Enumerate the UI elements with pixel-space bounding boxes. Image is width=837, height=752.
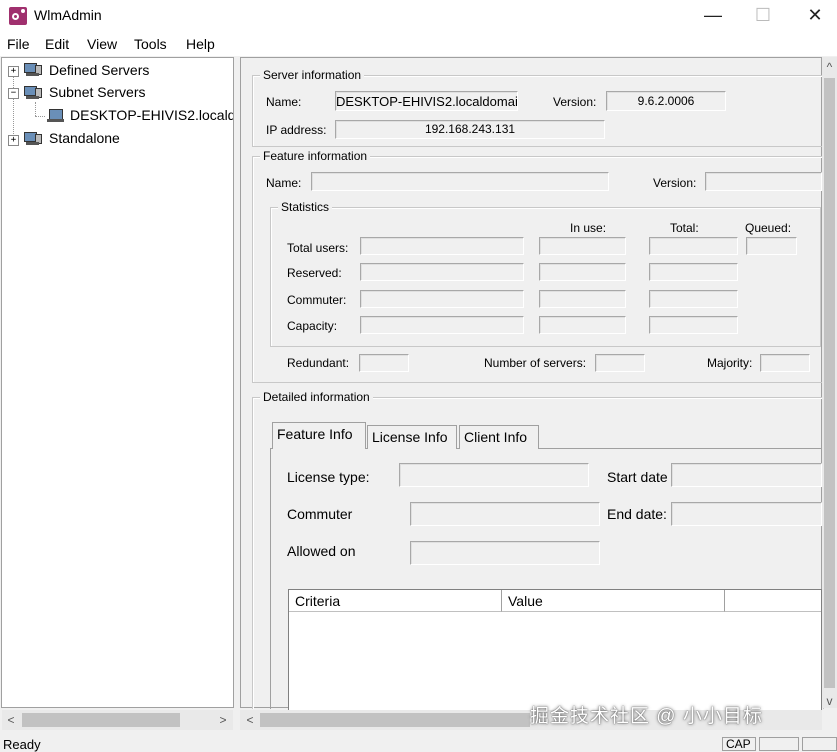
status-text: Ready: [3, 737, 41, 752]
commuter-in-use-field: [539, 290, 626, 308]
expand-icon[interactable]: +: [8, 135, 19, 146]
maximize-button[interactable]: ☐: [740, 0, 786, 32]
computer-icon: [47, 108, 64, 123]
end-date-field: [671, 502, 822, 526]
tree-connector: [35, 102, 36, 116]
status-panel: [802, 737, 837, 751]
server-name-label: Name:: [266, 95, 302, 109]
reserved-field: [360, 263, 524, 281]
majority-field: [760, 354, 810, 372]
commuter-total-field: [649, 290, 738, 308]
reserved-total-field: [649, 263, 738, 281]
server-version-field: 9.6.2.0006: [606, 91, 726, 111]
server-info-group-label: Server information: [260, 68, 365, 82]
scroll-up-icon[interactable]: ^: [822, 60, 837, 74]
commuter-label: Commuter: [287, 506, 353, 522]
tree-hscroll-thumb[interactable]: [22, 713, 180, 727]
scroll-down-icon[interactable]: v: [822, 694, 837, 708]
tree-connector: [35, 116, 45, 117]
col-total-label: Total:: [670, 221, 699, 235]
capacity-total-field: [649, 316, 738, 334]
allowed-on-label: Allowed on: [287, 543, 356, 559]
end-date-label: End date:: [607, 506, 667, 522]
caps-lock-indicator: CAP: [722, 737, 756, 751]
minimize-button[interactable]: —: [690, 0, 736, 32]
status-bar: [0, 730, 837, 748]
server-version-label: Version:: [553, 95, 597, 109]
tree-connector: [13, 75, 14, 142]
menu-tools[interactable]: Tools: [134, 36, 167, 52]
feature-info-group-label: Feature information: [260, 149, 371, 163]
scroll-left-icon[interactable]: <: [4, 713, 18, 727]
license-type-field: [399, 463, 589, 487]
tree-item-subnet-servers[interactable]: Subnet Servers: [49, 84, 146, 100]
window-title: WlmAdmin: [34, 7, 102, 23]
column-header-value[interactable]: Value: [502, 590, 725, 612]
column-header-criteria[interactable]: Criteria: [289, 590, 502, 612]
scroll-right-icon[interactable]: >: [216, 713, 230, 727]
menu-view[interactable]: View: [87, 36, 117, 52]
server-group-icon: [24, 131, 42, 146]
feature-version-label: Version:: [653, 176, 697, 190]
commuter-field: [410, 502, 600, 526]
ip-address-field: 192.168.243.131: [335, 120, 605, 139]
license-type-label: License type:: [287, 469, 370, 485]
total-users-field: [360, 237, 524, 255]
reserved-in-use-field: [539, 263, 626, 281]
detailed-info-group-label: Detailed information: [260, 390, 373, 404]
menu-help[interactable]: Help: [186, 36, 215, 52]
stat-row-label: Total users:: [287, 241, 349, 255]
start-date-field: [671, 463, 822, 487]
expand-icon[interactable]: +: [8, 66, 19, 77]
server-group-icon: [24, 85, 42, 100]
col-queued-label: Queued:: [745, 221, 792, 235]
tree-item-standalone[interactable]: Standalone: [49, 130, 120, 146]
redundant-label: Redundant:: [287, 356, 350, 370]
tree-item-host[interactable]: DESKTOP-EHIVIS2.localdomain: [70, 107, 233, 123]
server-group-icon: [24, 62, 42, 77]
total-users-total-field: [649, 237, 738, 255]
details-hscroll-thumb[interactable]: [260, 713, 530, 727]
majority-label: Majority:: [707, 356, 753, 370]
app-icon: [9, 7, 27, 25]
scroll-left-icon[interactable]: <: [243, 713, 257, 727]
capacity-in-use-field: [539, 316, 626, 334]
menu-file[interactable]: File: [7, 36, 30, 52]
status-panel: [759, 737, 799, 751]
menu-bar: [0, 32, 837, 56]
num-servers-field: [595, 354, 645, 372]
tab-license-info[interactable]: License Info: [367, 425, 457, 449]
tree-item-defined-servers[interactable]: Defined Servers: [49, 62, 149, 78]
watermark: 掘金技术社区 @ 小小目标: [530, 706, 763, 727]
stat-row-label: Commuter:: [287, 293, 347, 307]
feature-name-field: [311, 172, 609, 191]
feature-version-field: [705, 172, 822, 191]
details-vscroll-thumb[interactable]: [824, 78, 835, 688]
capacity-field: [360, 316, 524, 334]
start-date-label: Start date: [607, 469, 668, 485]
commuter-stat-field: [360, 290, 524, 308]
server-tree[interactable]: + Defined Servers − Subnet Servers DESKT…: [1, 57, 234, 708]
total-users-queued-field: [746, 237, 797, 255]
allowed-on-field: [410, 541, 600, 565]
menu-edit[interactable]: Edit: [45, 36, 69, 52]
collapse-icon[interactable]: −: [8, 88, 19, 99]
ip-address-label: IP address:: [266, 123, 327, 137]
tab-feature-info[interactable]: Feature Info: [272, 422, 366, 449]
statistics-group-label: Statistics: [278, 200, 333, 214]
num-servers-label: Number of servers:: [484, 356, 587, 370]
feature-name-label: Name:: [266, 176, 302, 190]
close-button[interactable]: ✕: [792, 0, 837, 32]
stat-row-label: Reserved:: [287, 266, 342, 280]
total-users-in-use-field: [539, 237, 626, 255]
server-name-field: DESKTOP-EHIVIS2.localdomain: [335, 91, 518, 111]
redundant-field: [359, 354, 409, 372]
tab-client-info[interactable]: Client Info: [459, 425, 539, 449]
col-in-use-label: In use:: [570, 221, 607, 235]
column-header-blank: [725, 590, 821, 612]
stat-row-label: Capacity:: [287, 319, 338, 333]
